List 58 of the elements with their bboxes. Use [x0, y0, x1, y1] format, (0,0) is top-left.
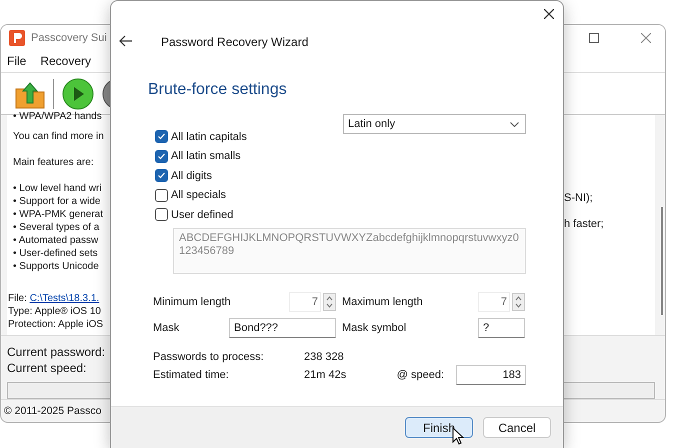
status-label: Current speed:: [7, 361, 86, 376]
checkbox-label: All latin capitals: [171, 130, 247, 143]
chevron-down-icon: [510, 122, 519, 126]
protection-text: Protection: Apple iOS: [8, 319, 104, 330]
mask-symbol-field[interactable]: ?: [478, 318, 525, 338]
app-logo-icon: [9, 30, 25, 46]
back-arrow-icon[interactable]: [119, 35, 133, 47]
bullet-text: • Several types of a: [13, 222, 100, 234]
menu-item[interactable]: Recovery: [40, 54, 92, 68]
section-heading: Brute-force settings: [148, 81, 288, 99]
bullet-text: • Automated passw: [13, 235, 98, 246]
checkbox-label: All latin smalls: [171, 150, 241, 162]
bullet-text: • Support for a wide: [13, 196, 100, 208]
dialog-title: Password Recovery Wizard: [161, 35, 308, 49]
checkbox-label: User defined: [171, 208, 234, 221]
checkbox[interactable]: [155, 130, 168, 144]
checkbox[interactable]: [155, 208, 168, 222]
checkbox-label: All specials: [171, 189, 226, 202]
status-label: Current password:: [7, 345, 106, 360]
bullet-text: • WPA/WPA2 hands: [13, 111, 102, 122]
info-text: h faster;: [564, 218, 604, 230]
alphabet-dropdown[interactable]: Latin only: [343, 114, 526, 134]
scrollbar-thumb[interactable]: [661, 207, 663, 316]
window-title: Passcovery Sui: [31, 32, 107, 44]
maximize-icon[interactable]: [589, 32, 599, 43]
checkbox[interactable]: [155, 169, 168, 182]
field-label: Mask: [153, 322, 180, 334]
speed-label: @ speed:: [396, 368, 444, 380]
bullet-text: • Low level hand wri: [13, 183, 102, 194]
stat-value: 21m 42s: [304, 368, 348, 380]
checkmark-icon: [157, 171, 166, 180]
bullet-text: • Supports Unicode: [13, 261, 99, 272]
stat-value: 238 328: [304, 350, 345, 362]
cancel-button[interactable]: Cancel: [483, 417, 551, 438]
bullet-text: • WPA-PMK generat: [13, 209, 104, 220]
checkbox-label: All digits: [171, 170, 212, 182]
checkmark-icon: [157, 132, 166, 142]
speed-field[interactable]: 183: [456, 364, 526, 384]
field-label: Minimum length: [153, 296, 231, 308]
info-text: S-NI);: [564, 192, 593, 204]
type-text: Type: Apple® iOS 10: [8, 306, 101, 318]
info-text: You can find more in: [13, 131, 104, 142]
copyright-text: © 2011-2025 Passco: [4, 405, 102, 418]
bullet-text: • User-defined sets: [13, 248, 98, 260]
file-path-link[interactable]: C:\Tests\18.3.1.: [30, 293, 100, 304]
field-label: Maximum length: [342, 296, 423, 308]
close-icon[interactable]: [544, 9, 554, 19]
checkbox[interactable]: [155, 188, 168, 202]
play-icon[interactable]: [62, 78, 94, 110]
checkbox[interactable]: [155, 150, 168, 163]
mask-field[interactable]: Bond???: [229, 318, 336, 338]
stat-label: Passwords to process:: [153, 350, 265, 362]
field-label: Mask symbol: [342, 322, 406, 334]
menu-item[interactable]: File: [7, 54, 26, 68]
checkmark-icon: [157, 152, 166, 161]
file-label: File:: [8, 293, 27, 304]
stat-label: Estimated time:: [153, 368, 230, 380]
info-text: Main features are:: [13, 157, 94, 168]
